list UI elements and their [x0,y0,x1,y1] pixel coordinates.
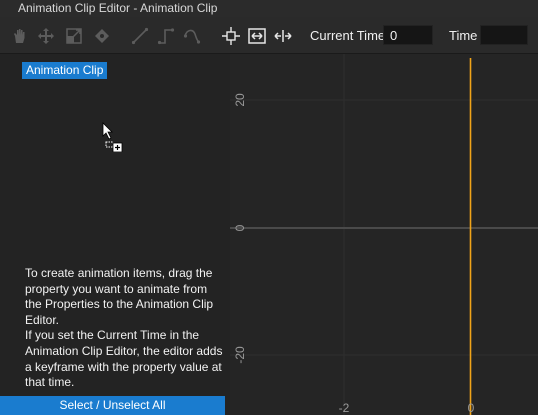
step-curve-icon[interactable] [156,26,176,46]
time-label: Time [449,28,478,43]
help-paragraph: To create animation items, drag the prop… [25,266,214,327]
x-tick-label: 0 [468,401,475,415]
select-unselect-all-button[interactable]: Select / Unselect All [0,396,225,415]
toolbar: Current Time 0 Time [0,17,538,54]
window-title: Animation Clip Editor - Animation Clip [0,0,538,17]
keyframe-icon[interactable] [92,26,112,46]
center-view-icon[interactable] [221,26,241,46]
linear-curve-icon[interactable] [130,26,150,46]
y-tick-label: 0 [233,224,247,231]
x-tick-label: -2 [339,401,350,415]
hand-icon[interactable] [10,26,30,46]
y-tick-label: 20 [233,93,247,107]
move-icon[interactable] [36,26,56,46]
help-text: To create animation items, drag the prop… [25,266,225,391]
fit-horizontal-icon[interactable] [273,26,293,46]
drag-copy-cursor-icon [102,122,126,155]
current-time-label: Current Time [310,28,386,43]
scale-icon[interactable] [64,26,84,46]
curve-graph-view[interactable]: 20 0 -20 -2 0 [230,54,538,415]
bezier-curve-icon[interactable] [182,26,202,46]
current-time-input[interactable]: 0 [383,25,433,45]
help-paragraph: If you set the Current Time in the Anima… [25,328,223,390]
y-tick-label: -20 [233,346,247,364]
animation-clip-item[interactable]: Animation Clip [22,62,108,79]
fit-view-icon[interactable] [247,26,267,46]
time-input[interactable] [480,25,528,45]
